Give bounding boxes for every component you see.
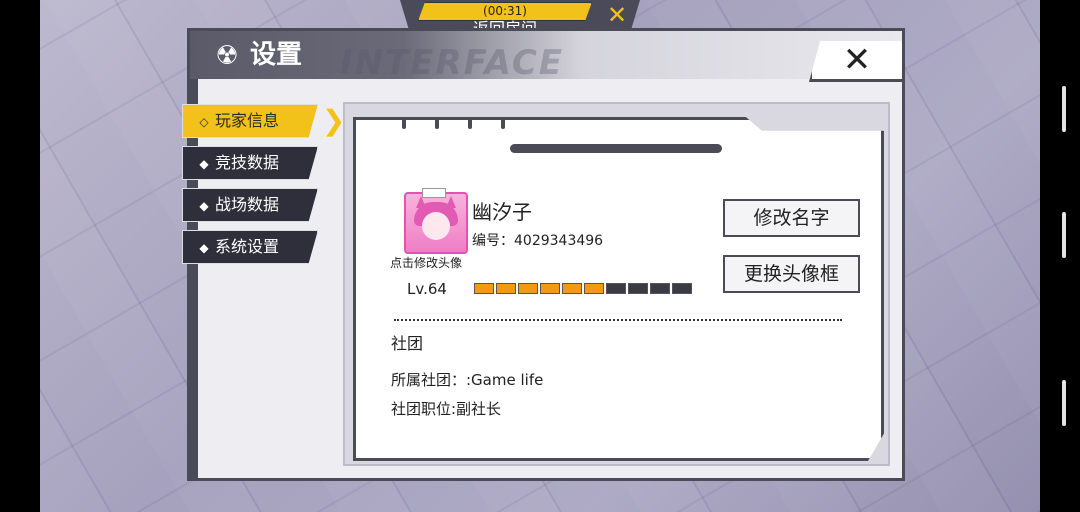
system-indicator-mid bbox=[1062, 212, 1066, 258]
avatar-face bbox=[422, 212, 450, 240]
change-frame-button[interactable]: 更换头像框 bbox=[723, 255, 860, 293]
player-level: Lv.64 bbox=[407, 280, 447, 298]
exp-segment bbox=[496, 283, 516, 294]
exp-segment bbox=[518, 283, 538, 294]
panel-tick bbox=[402, 117, 406, 129]
club-affiliation: 所属社团：:Game life bbox=[391, 371, 544, 389]
diamond-icon: ◆ bbox=[199, 199, 209, 213]
tab-label: 战场数据 bbox=[215, 195, 280, 214]
diamond-icon: ◆ bbox=[199, 241, 209, 255]
player-name: 幽汐子 bbox=[472, 200, 532, 224]
player-avatar[interactable] bbox=[404, 192, 468, 254]
active-tab-arrow-icon: ❯ bbox=[322, 104, 346, 137]
window-header: ☢ 设置 INTERFACE bbox=[190, 31, 902, 83]
close-button[interactable]: ✕ bbox=[809, 41, 902, 82]
panel-tick bbox=[468, 117, 472, 129]
exp-segment bbox=[474, 283, 494, 294]
panel-tick bbox=[435, 117, 439, 129]
panel-tick bbox=[501, 117, 505, 129]
system-indicator-bottom bbox=[1062, 380, 1066, 426]
tab-battlefield-data[interactable]: ◆ 战场数据 bbox=[182, 188, 318, 222]
panel-header-bar bbox=[510, 144, 722, 153]
system-indicator-top bbox=[1062, 86, 1066, 132]
exp-segment bbox=[562, 283, 582, 294]
section-divider bbox=[394, 319, 842, 321]
exp-segment bbox=[606, 283, 626, 294]
return-close-icon[interactable]: ✕ bbox=[604, 2, 630, 28]
avatar-frame-tag bbox=[422, 188, 446, 198]
close-icon: ✕ bbox=[842, 40, 872, 80]
radiation-icon: ☢ bbox=[215, 41, 239, 71]
player-id: 编号：4029343496 bbox=[472, 233, 604, 249]
avatar-caption[interactable]: 点击修改头像 bbox=[390, 254, 462, 271]
diamond-outline-icon: ◇ bbox=[199, 115, 209, 129]
tab-competitive-data[interactable]: ◆ 竞技数据 bbox=[182, 146, 318, 180]
club-section-title: 社团 bbox=[391, 334, 424, 353]
tab-player-info[interactable]: ◇ 玩家信息 bbox=[182, 104, 318, 138]
tab-system-settings[interactable]: ◆ 系统设置 bbox=[182, 230, 318, 264]
rename-button[interactable]: 修改名字 bbox=[723, 199, 860, 237]
header-watermark: INTERFACE bbox=[340, 43, 564, 83]
exp-segment bbox=[540, 283, 560, 294]
exp-segment bbox=[584, 283, 604, 294]
avatar-ear bbox=[446, 196, 456, 208]
tab-label: 竞技数据 bbox=[215, 153, 280, 172]
exp-segment bbox=[650, 283, 670, 294]
window-left-strip bbox=[190, 79, 198, 478]
diamond-icon: ◆ bbox=[199, 157, 209, 171]
window-title: 设置 bbox=[250, 40, 303, 70]
tab-label: 系统设置 bbox=[215, 237, 280, 256]
club-position: 社团职位:副社长 bbox=[391, 400, 502, 418]
exp-segment bbox=[628, 283, 648, 294]
exp-segment bbox=[672, 283, 692, 294]
tab-label: 玩家信息 bbox=[215, 111, 280, 130]
exp-progress-bar bbox=[474, 283, 692, 294]
